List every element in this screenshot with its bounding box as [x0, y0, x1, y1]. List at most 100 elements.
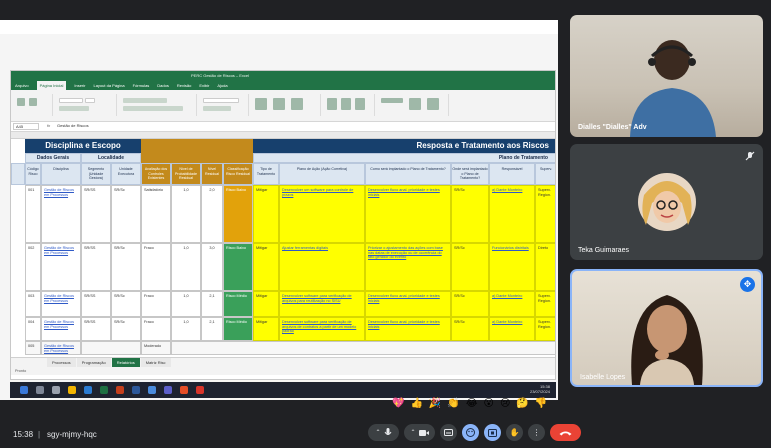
format-table-icon[interactable]	[273, 98, 285, 110]
chrome-icon[interactable]	[148, 386, 156, 394]
search-icon[interactable]	[36, 386, 44, 394]
insert-cells-icon[interactable]	[327, 98, 337, 110]
cell-onde[interactable]: SR/Sc	[451, 243, 489, 291]
cell-como[interactable]: Desenvolver fluxo anal. prioridade e tes…	[365, 317, 451, 341]
col-header-avaliacao[interactable]: Avaliação dos Controles Existentes	[141, 163, 171, 185]
cell-unidade[interactable]: SR/Sc	[111, 317, 141, 341]
cell-tipo[interactable]: Mitigar	[253, 243, 279, 291]
cell-disciplina[interactable]: Gestão de Riscos em Processos	[41, 185, 81, 243]
col-header-como[interactable]: Como será implantado o Plano de Tratamen…	[365, 163, 451, 185]
mic-button[interactable]: ⌃	[368, 424, 399, 441]
reaction-clap-icon[interactable]: 👏	[447, 398, 459, 410]
reaction-heart-icon[interactable]: 💖	[392, 398, 404, 410]
cell-superv[interactable]: Superv. Region.	[535, 185, 555, 243]
cell-segmento[interactable]: SR/SS	[81, 243, 111, 291]
ribbon-group-clipboard[interactable]	[13, 94, 53, 116]
cell-disciplina[interactable]: Gestão de Riscos em Processos	[41, 317, 81, 341]
cell-superv[interactable]: Superv. Region.	[535, 291, 555, 317]
present-button[interactable]	[484, 424, 501, 441]
camera-button[interactable]: ⌃	[404, 424, 435, 441]
cell-segmento[interactable]: SR/SS	[81, 317, 111, 341]
ribbon-tab[interactable]: Layout da Página	[93, 81, 124, 90]
cell-unidade[interactable]: SR/Sc	[111, 185, 141, 243]
formula-input[interactable]: Gestão de Riscos	[57, 123, 89, 128]
ribbon-tab[interactable]: Dados	[157, 81, 169, 90]
file-explorer-icon[interactable]	[68, 386, 76, 394]
cell-onde[interactable]: SR/Sc	[451, 185, 489, 243]
raise-hand-button[interactable]: ✋	[506, 424, 523, 441]
reaction-laugh-icon[interactable]: 😂	[466, 398, 478, 410]
cell-blank[interactable]	[81, 341, 141, 355]
cell-tipo[interactable]: Mitigar	[253, 317, 279, 341]
ribbon-tab[interactable]: Ajuda	[217, 81, 227, 90]
col-header-tipo[interactable]: Tipo de Tratamento	[253, 163, 279, 185]
participant-tile-2[interactable]: Teka Guimaraes	[570, 144, 763, 260]
autosum-icon[interactable]	[381, 98, 403, 103]
ribbon-group-styles[interactable]	[251, 94, 321, 116]
powerpoint-icon[interactable]	[116, 386, 124, 394]
reaction-surprised-icon[interactable]: 😮	[484, 398, 494, 410]
cell-nivel[interactable]: 3,0	[201, 243, 223, 291]
cell-superv[interactable]: Superv. Region.	[535, 317, 555, 341]
cell-prob[interactable]: 1,0	[171, 243, 201, 291]
cell-avaliacao[interactable]: Fraco	[141, 291, 171, 317]
col-header-onde[interactable]: Onde será implantado o Plano de Tratamen…	[451, 163, 489, 185]
captions-button[interactable]	[440, 424, 457, 441]
font-size-select[interactable]	[85, 98, 95, 103]
cell-tipo[interactable]: Mitigar	[253, 185, 279, 243]
cell-prob[interactable]: 1,0	[171, 317, 201, 341]
cut-icon[interactable]	[29, 98, 37, 106]
col-header-segmento[interactable]: Segmento (Unidade Gestora)	[81, 163, 111, 185]
wrap-merge-icons[interactable]	[123, 106, 183, 111]
cell-classificacao[interactable]: Risco Médio	[223, 317, 253, 341]
col-header-codigo[interactable]: Código Risco	[25, 163, 41, 185]
edge-icon[interactable]	[84, 386, 92, 394]
cell-codigo[interactable]: 002	[25, 243, 41, 291]
cell-disciplina[interactable]: Gestão de Riscos em Processos	[41, 291, 81, 317]
cell-plano[interactable]: Desenvolver software para verificação de…	[279, 291, 365, 317]
col-header-plano[interactable]: Plano de Ação (Ação Corretiva)	[279, 163, 365, 185]
participant-tile-3[interactable]: ✥ Isabelle Lopes	[570, 269, 763, 387]
app-icon[interactable]	[180, 386, 188, 394]
cell-responsavel[interactable]: a) Dante Monteiro	[489, 317, 535, 341]
ribbon-group-cells[interactable]	[323, 94, 375, 116]
worksheet-grid[interactable]: Disciplina e Escopo Resposta e Tratament…	[11, 139, 555, 379]
cell-segmento[interactable]: SR/SS	[81, 291, 111, 317]
ribbon-tab-active[interactable]: Página Inicial	[36, 81, 67, 90]
align-icons[interactable]	[123, 98, 167, 103]
reaction-thinking-icon[interactable]: 🤔	[516, 398, 528, 410]
reaction-sad-icon[interactable]: 😢	[500, 398, 510, 410]
conditional-format-icon[interactable]	[255, 98, 267, 110]
cell-nivel[interactable]: 2,0	[201, 185, 223, 243]
sheet-tab[interactable]: Processos	[47, 358, 76, 367]
pdf-icon[interactable]	[196, 386, 204, 394]
word-icon[interactable]	[132, 386, 140, 394]
cell-prob[interactable]: 1,0	[171, 185, 201, 243]
expand-icon[interactable]: ✥	[740, 277, 755, 292]
cell-codigo[interactable]: 003	[25, 291, 41, 317]
sort-filter-icon[interactable]	[409, 98, 421, 110]
task-view-icon[interactable]	[52, 386, 60, 394]
cell-tipo[interactable]: Mitigar	[253, 291, 279, 317]
format-cells-icon[interactable]	[355, 98, 365, 110]
cell-responsavel[interactable]: a) Dante Monteiro	[489, 185, 535, 243]
delete-cells-icon[interactable]	[341, 98, 351, 110]
cell-plano[interactable]: Desenvolver um software para controle de…	[279, 185, 365, 243]
sheet-tab-active[interactable]: Relatórios	[111, 358, 140, 367]
col-header-prob[interactable]: Nível de Probabilidade Residual	[171, 163, 201, 185]
cell-nivel[interactable]: 2,1	[201, 291, 223, 317]
ribbon-group-number[interactable]	[199, 94, 249, 116]
ribbon-group-editing[interactable]	[377, 94, 449, 116]
name-box[interactable]: A45	[13, 123, 39, 130]
ribbon-tab[interactable]: Arquivo	[15, 81, 29, 90]
find-select-icon[interactable]	[427, 98, 439, 110]
cell-classificacao[interactable]: Risco Baixo	[223, 243, 253, 291]
fx-icon[interactable]: fx	[47, 123, 50, 128]
cell-avaliacao[interactable]: Fraco	[141, 243, 171, 291]
cell-plano[interactable]: Ajustar ferramentas digitais	[279, 243, 365, 291]
reaction-thumbs-down-icon[interactable]: 👎	[535, 398, 547, 410]
col-header-superv[interactable]: Superv.	[535, 163, 555, 185]
windows-start-icon[interactable]	[20, 386, 28, 394]
cell-blank[interactable]	[171, 341, 555, 355]
excel-icon[interactable]	[100, 386, 108, 394]
